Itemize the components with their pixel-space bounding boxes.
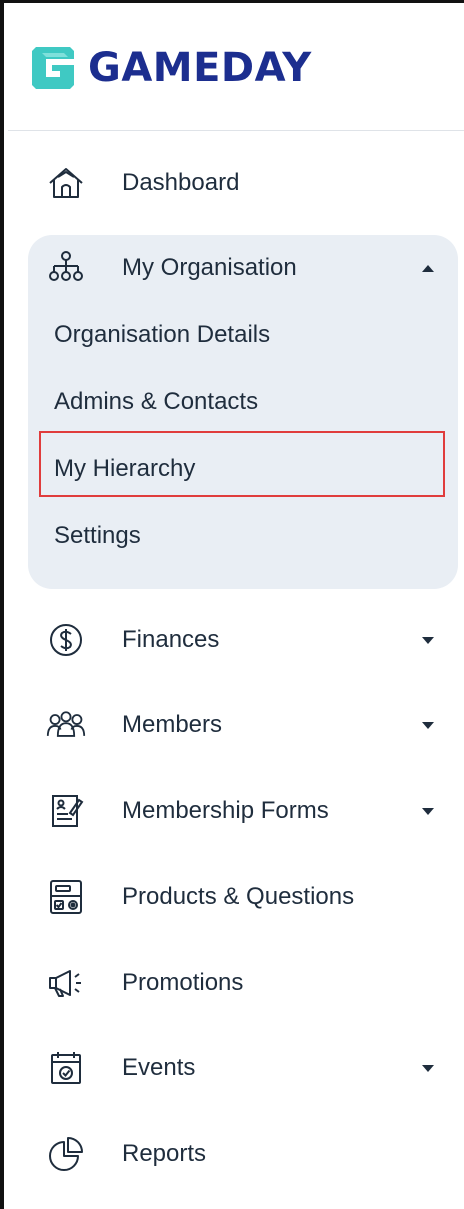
pie-chart-icon <box>46 1134 86 1174</box>
chevron-up-icon[interactable] <box>422 265 434 272</box>
sidebar-item-label: Products & Questions <box>122 883 355 910</box>
sidebar-item-label: My Organisation <box>122 254 297 281</box>
gameday-logo-icon <box>28 43 78 93</box>
sidebar-item-promotions[interactable]: Promotions <box>28 955 458 1011</box>
sidebar-item-members[interactable]: Members <box>28 697 458 753</box>
chevron-down-icon[interactable] <box>422 722 434 729</box>
sidebar-item-label: Events <box>122 1054 196 1081</box>
chevron-down-icon[interactable] <box>422 637 434 644</box>
sidebar-item-dashboard[interactable]: Dashboard <box>28 155 458 211</box>
sidebar-subitem-settings[interactable]: Settings <box>54 522 141 550</box>
sidebar-item-my-organisation[interactable]: My Organisation <box>28 240 458 296</box>
sidebar-item-label: Dashboard <box>122 169 240 196</box>
sidebar: GAMEDAY Dashboard My Organisation Organi… <box>0 0 464 1209</box>
megaphone-icon <box>46 963 86 1003</box>
sidebar-item-membership-forms[interactable]: Membership Forms <box>28 783 458 839</box>
form-icon <box>46 791 86 831</box>
products-icon <box>46 877 86 917</box>
calendar-icon <box>46 1048 86 1088</box>
home-icon <box>46 163 86 203</box>
sidebar-item-events[interactable]: Events <box>28 1040 458 1096</box>
sidebar-item-label: Members <box>122 711 223 738</box>
header-divider <box>8 130 464 131</box>
sidebar-item-label: Finances <box>122 626 220 653</box>
sidebar-item-label: Membership Forms <box>122 797 329 824</box>
my-hierarchy-highlight <box>39 431 445 497</box>
members-icon <box>46 705 86 745</box>
brand-name: GAMEDAY <box>88 45 312 91</box>
sidebar-item-finances[interactable]: Finances <box>28 612 458 668</box>
hierarchy-icon <box>46 248 86 288</box>
dollar-circle-icon <box>46 620 86 660</box>
gameday-logo[interactable]: GAMEDAY <box>28 43 312 93</box>
sidebar-subitem-organisation-details[interactable]: Organisation Details <box>54 321 270 349</box>
sidebar-item-reports[interactable]: Reports <box>28 1126 458 1182</box>
chevron-down-icon[interactable] <box>422 1065 434 1072</box>
sidebar-item-label: Promotions <box>122 969 244 996</box>
sidebar-subitem-admins-contacts[interactable]: Admins & Contacts <box>54 388 258 416</box>
chevron-down-icon[interactable] <box>422 808 434 815</box>
sidebar-item-products-questions[interactable]: Products & Questions <box>28 869 458 925</box>
sidebar-item-label: Reports <box>122 1140 207 1167</box>
